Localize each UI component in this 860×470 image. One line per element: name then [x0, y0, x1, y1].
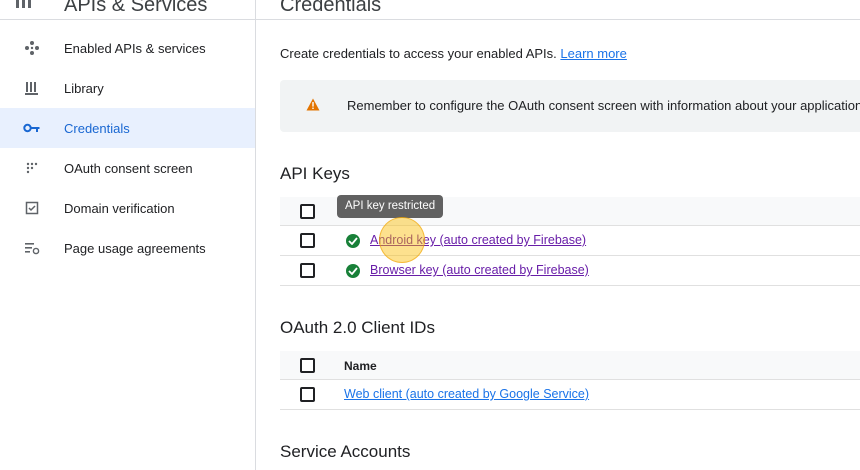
click-indicator	[379, 217, 425, 263]
select-all-checkbox[interactable]	[300, 204, 315, 219]
sidebar-item-label: Credentials	[64, 120, 130, 136]
sidebar-item-label: OAuth consent screen	[64, 160, 193, 176]
api-key-restricted-tooltip: API key restricted	[337, 195, 444, 218]
sidebar-item-library[interactable]: Library	[0, 68, 255, 108]
row-checkbox[interactable]	[300, 263, 315, 278]
intro-label: Create credentials to access your enable…	[280, 46, 557, 61]
sidebar-item-domain-verification[interactable]: Domain verification	[0, 188, 255, 228]
table-row: Android key (auto created by Firebase)	[280, 226, 860, 256]
main-header: Credentials	[256, 0, 860, 20]
warning-icon	[306, 98, 320, 111]
sidebar-item-label: Domain verification	[64, 200, 175, 216]
sidebar-item-enabled-apis[interactable]: Enabled APIs & services	[0, 28, 255, 68]
table-header-row: Name	[280, 351, 860, 380]
diamond-arrows-icon	[22, 38, 42, 58]
sidebar-item-label: Page usage agreements	[64, 240, 206, 256]
select-all-checkbox[interactable]	[300, 358, 315, 373]
library-icon	[22, 78, 42, 98]
sidebar: APIs & Services Enabled APIs & services …	[0, 0, 256, 470]
sidebar-item-oauth-consent[interactable]: OAuth consent screen	[0, 148, 255, 188]
checkbox-square-icon	[22, 198, 42, 218]
api-keys-title: API Keys	[280, 164, 350, 183]
sidebar-title: APIs & Services	[64, 0, 208, 16]
api-key-link[interactable]: Browser key (auto created by Firebase)	[370, 263, 589, 277]
page-title: Credentials	[280, 0, 382, 16]
table-row: Web client (auto created by Google Servi…	[280, 380, 860, 410]
service-accounts-title: Service Accounts	[280, 442, 411, 461]
learn-more-link[interactable]: Learn more	[560, 46, 626, 61]
intro-text: Create credentials to access your enable…	[280, 46, 627, 61]
table-row: Browser key (auto created by Firebase)	[280, 256, 860, 286]
sidebar-item-label: Enabled APIs & services	[64, 40, 206, 56]
oauth-client-link[interactable]: Web client (auto created by Google Servi…	[344, 387, 589, 401]
main-content: Credentials Create credentials to access…	[256, 0, 860, 470]
apps-grid-icon[interactable]	[16, 0, 32, 8]
sidebar-item-label: Library	[64, 80, 104, 96]
row-checkbox[interactable]	[300, 233, 315, 248]
row-checkbox[interactable]	[300, 387, 315, 402]
sidebar-item-page-usage[interactable]: Page usage agreements	[0, 228, 255, 268]
oauth-title: OAuth 2.0 Client IDs	[280, 318, 435, 337]
sidebar-header: APIs & Services	[0, 0, 256, 20]
settings-list-icon	[22, 238, 42, 258]
dots-grid-icon	[22, 158, 42, 178]
check-circle-icon	[346, 234, 360, 248]
name-column-header[interactable]: Name	[344, 359, 377, 373]
banner-message: Remember to configure the OAuth consent …	[347, 98, 860, 113]
check-circle-icon	[346, 264, 360, 278]
sidebar-item-credentials[interactable]: Credentials	[0, 108, 255, 148]
key-icon	[22, 118, 42, 138]
oauth-warning-banner: Remember to configure the OAuth consent …	[280, 80, 860, 132]
